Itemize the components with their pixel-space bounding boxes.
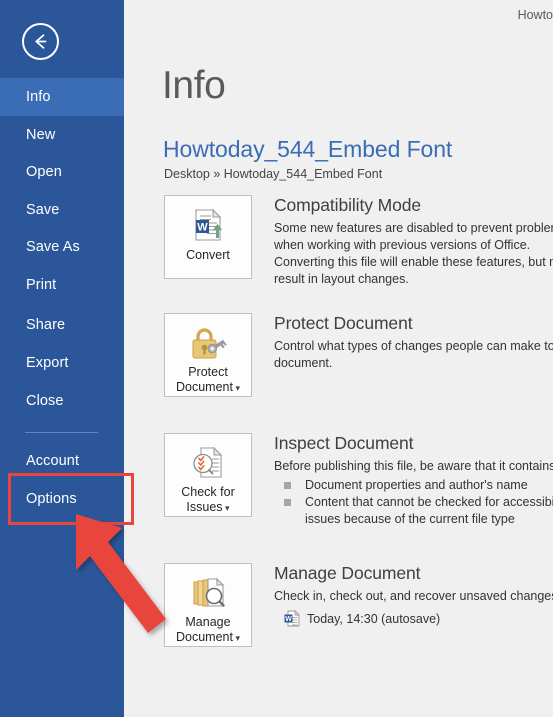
protect-document-button[interactable]: Protect Document ▾ [164,313,252,397]
page-title: Info [162,64,226,107]
sidebar-label: Options [26,491,77,507]
manage-document-description: Check in, check out, and recover unsaved… [274,589,553,603]
sidebar-item-export[interactable]: Export [0,344,124,382]
sidebar-item-save-as[interactable]: Save As [0,228,124,266]
sidebar-item-save[interactable]: Save [0,191,124,229]
autosave-label: Today, 14:30 (autosave) [307,611,441,626]
sidebar-item-open[interactable]: Open [0,153,124,191]
convert-button-label: Convert [186,248,230,262]
inspect-document-body: Inspect Document Before publishing this … [274,433,553,528]
manage-document-body: Manage Document Check in, check out, and… [274,563,553,627]
manage-document-button-label: Manage Document ▾ [174,615,242,646]
sidebar-item-account[interactable]: Account [0,442,124,480]
inspect-document-title: Inspect Document [274,433,414,453]
protect-document-button-label: Protect Document ▾ [174,365,242,396]
back-arrow-glyph [35,34,47,49]
sidebar-label: Close [26,393,64,409]
check-for-issues-button-label: Check for Issues ▾ [179,485,237,516]
svg-text:W: W [197,221,208,233]
document-title[interactable]: Howtoday_544_Embed Font [163,136,452,163]
protect-document-body: Protect Document Control what types of c… [274,313,553,372]
word-document-icon: W [284,610,300,627]
sidebar-label: Save [26,202,60,218]
inspect-document-description: Before publishing this file, be aware th… [274,459,553,473]
chevron-down-icon[interactable]: ▾ [233,383,240,393]
sidebar-item-close[interactable]: Close [0,382,124,420]
list-item-label: Document properties and author's name [305,478,528,492]
manage-document-title: Manage Document [274,563,421,583]
protect-document-description: Control what types of changes people can… [274,339,553,370]
svg-text:W: W [285,616,292,623]
word-backstage-info-screen: Info New Open Save Save As Print Share E… [0,0,553,717]
convert-document-icon: W [188,202,228,248]
chevron-down-icon[interactable]: ▾ [223,503,230,513]
check-for-issues-button[interactable]: Check for Issues ▾ [164,433,252,517]
sidebar-label: Save As [26,239,80,255]
manage-document-button[interactable]: Manage Document ▾ [164,563,252,647]
sidebar-item-share[interactable]: Share [0,306,124,344]
autosave-version-item[interactable]: W Today, 14:30 (autosave) [274,610,553,627]
manage-document-icon [188,570,228,615]
compatibility-mode-description: Some new features are disabled to preven… [274,221,553,286]
backstage-sidebar: Info New Open Save Save As Print Share E… [0,0,124,717]
square-bullet-icon [284,482,291,489]
sidebar-item-info[interactable]: Info [0,78,124,116]
window-title: Howto [517,8,553,22]
breadcrumb: Desktop » Howtoday_544_Embed Font [164,167,383,181]
sidebar-label: Account [26,453,80,469]
protect-document-title: Protect Document [274,313,413,333]
sidebar-label: New [26,127,56,143]
inspect-document-icon [188,440,228,485]
sidebar-label: Share [26,317,66,333]
sidebar-label: Info [26,89,51,105]
inspect-findings-list: Document properties and author's name Co… [274,477,553,528]
sidebar-divider [25,432,98,433]
square-bullet-icon [284,499,291,506]
padlock-key-icon [187,320,229,365]
list-item-label: Content that cannot be checked for acces… [305,495,553,526]
manage-label-text: Manage Document [175,615,233,644]
sidebar-item-options[interactable]: Options [0,480,124,518]
sidebar-label: Print [26,277,57,293]
chevron-down-icon[interactable]: ▾ [233,633,240,643]
backstage-main-pane: Howto Info Howtoday_544_Embed Font Deskt… [124,0,553,717]
protect-label-text: Protect Document [175,365,233,394]
sidebar-label: Open [26,164,62,180]
sidebar-label: Export [26,355,69,371]
sidebar-item-print[interactable]: Print [0,266,124,304]
compatibility-mode-title: Compatibility Mode [274,195,422,215]
sidebar-item-new[interactable]: New [0,116,124,154]
list-item: Document properties and author's name [274,477,553,494]
list-item: Content that cannot be checked for acces… [274,494,553,528]
back-arrow-icon[interactable] [22,23,59,60]
compatibility-mode-body: Compatibility Mode Some new features are… [274,195,553,288]
convert-button[interactable]: W Convert [164,195,252,279]
